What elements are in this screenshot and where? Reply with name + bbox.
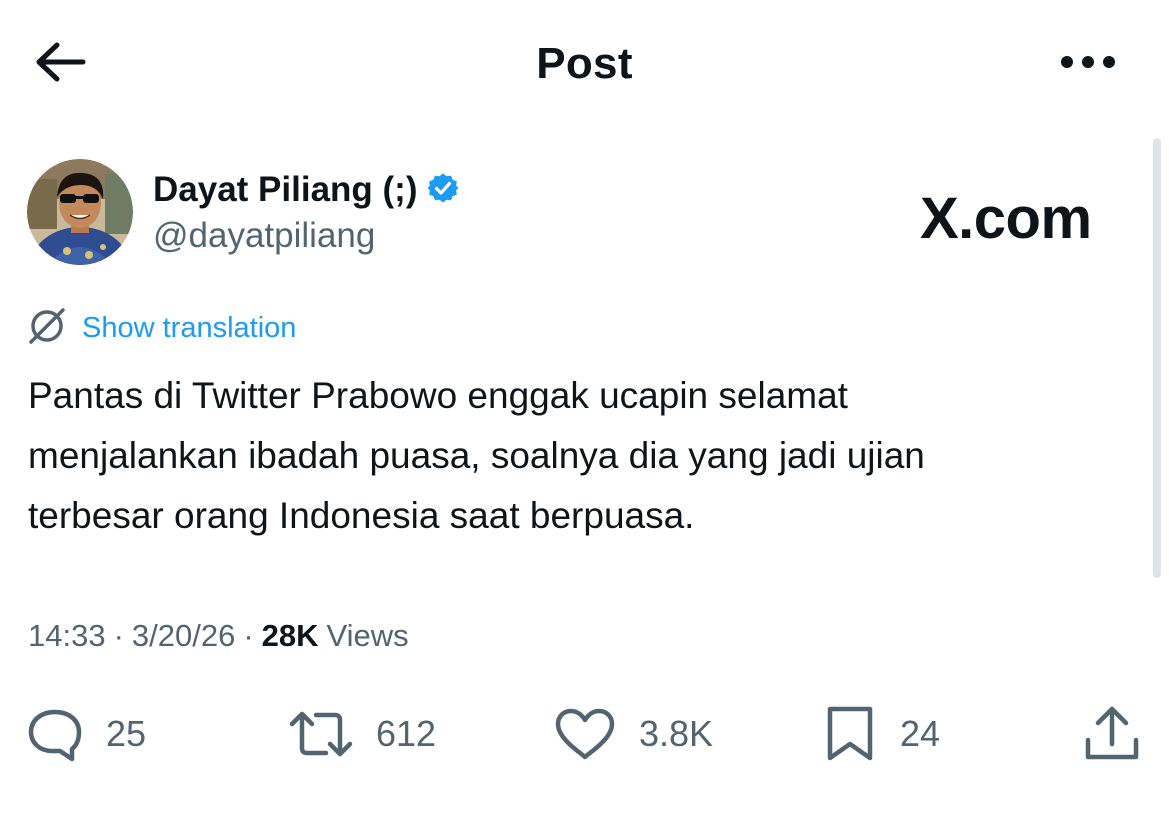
meta-separator: ·	[113, 618, 124, 653]
post-date[interactable]: 3/20/26	[132, 614, 235, 658]
author-display-name[interactable]: Dayat Piliang (;)	[153, 168, 417, 212]
bookmark-count: 24	[900, 713, 941, 754]
show-translation-label[interactable]: Show translation	[82, 306, 296, 350]
repost-icon	[288, 706, 354, 762]
views-count: 28K	[261, 618, 319, 653]
bookmark-button[interactable]: 24	[822, 704, 940, 764]
like-button[interactable]: 3.8K	[553, 704, 713, 764]
more-horizontal-icon	[1058, 55, 1118, 74]
author-handle[interactable]: @dayatpiliang	[153, 214, 375, 258]
post-meta: 14:33 · 3/20/26 · 28K Views	[28, 614, 409, 658]
show-translation-button[interactable]: Show translation	[26, 306, 296, 350]
repost-count: 612	[376, 713, 437, 754]
x-com-watermark: X.com	[920, 186, 1092, 251]
post-text: Pantas di Twitter Prabowo enggak ucapin …	[28, 375, 925, 536]
views-label: Views	[326, 618, 409, 653]
avatar[interactable]	[27, 159, 133, 265]
author-name-row[interactable]: Dayat Piliang (;)	[153, 168, 459, 212]
like-count: 3.8K	[639, 713, 714, 754]
share-icon	[1082, 704, 1142, 764]
reply-count: 25	[106, 713, 147, 754]
reply-button[interactable]: 25	[26, 704, 146, 764]
page-title: Post	[536, 39, 633, 88]
heart-icon	[553, 706, 617, 762]
scrollbar[interactable]	[1153, 138, 1161, 578]
reply-bubble-icon	[26, 706, 84, 762]
post-time[interactable]: 14:33	[28, 614, 106, 658]
more-options-button[interactable]	[1048, 40, 1128, 88]
meta-separator: ·	[243, 618, 254, 653]
share-button[interactable]	[1082, 704, 1142, 764]
translate-globe-icon	[26, 305, 68, 352]
bookmark-icon	[822, 704, 878, 764]
repost-button[interactable]: 612	[288, 704, 436, 764]
verified-badge-icon	[427, 172, 459, 209]
